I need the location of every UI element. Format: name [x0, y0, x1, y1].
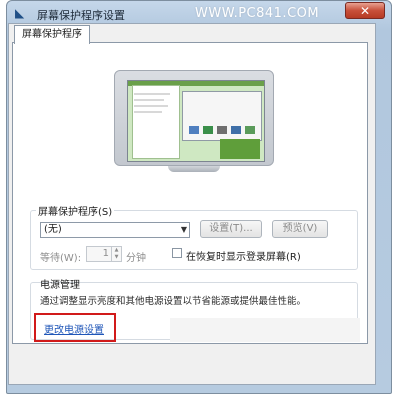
preview-thumb: [245, 126, 255, 134]
wait-label: 等待(W):: [40, 253, 82, 264]
close-icon: ✕: [359, 4, 371, 18]
close-button[interactable]: ✕: [345, 2, 385, 19]
power-group-title: 电源管理: [40, 280, 80, 291]
monitor-stand: [168, 166, 220, 172]
preview-thumb: [217, 126, 227, 134]
preview-image: [220, 139, 260, 159]
screensaver-select[interactable]: (无) ▼: [40, 222, 190, 238]
preview-line: [134, 93, 170, 95]
highlight-box: [34, 313, 116, 342]
preview-panel: [132, 85, 180, 159]
tab-screensaver[interactable]: 屏幕保护程序: [14, 25, 90, 44]
watermark-text: WWW.PC841.COM: [195, 6, 320, 21]
preview-thumb: [189, 126, 199, 134]
power-description: 通过调整显示亮度和其他电源设置以节省能源或提供最佳性能。: [40, 296, 307, 307]
resume-login-label[interactable]: 在恢复时显示登录屏幕(R): [186, 248, 301, 263]
screensaver-selected-value: (无): [44, 224, 62, 235]
screensaver-group-label: 屏幕保护程序(S): [36, 203, 115, 218]
wait-value: 1: [102, 248, 109, 259]
resume-login-checkbox[interactable]: [172, 248, 182, 258]
wait-minutes-stepper[interactable]: 1 ▲ ▼: [86, 246, 122, 262]
spin-arrows[interactable]: ▲ ▼: [111, 247, 121, 261]
preview-button[interactable]: 预览(V): [272, 220, 328, 238]
monitor-preview: [114, 70, 274, 166]
settings-button[interactable]: 设置(T)...: [200, 220, 262, 238]
preview-line: [134, 111, 162, 113]
preview-line: [134, 105, 168, 107]
window-title: 屏幕保护程序设置: [37, 9, 125, 22]
preview-thumb: [203, 126, 213, 134]
minutes-label: 分钟: [126, 253, 146, 264]
blank-area: [170, 318, 360, 342]
chevron-down-icon[interactable]: ▼: [181, 223, 187, 237]
preview-window: [182, 91, 262, 141]
monitor-screen: [127, 80, 265, 162]
preview-thumb: [231, 126, 241, 134]
preview-line: [134, 99, 164, 101]
app-icon: ◣: [15, 6, 25, 20]
